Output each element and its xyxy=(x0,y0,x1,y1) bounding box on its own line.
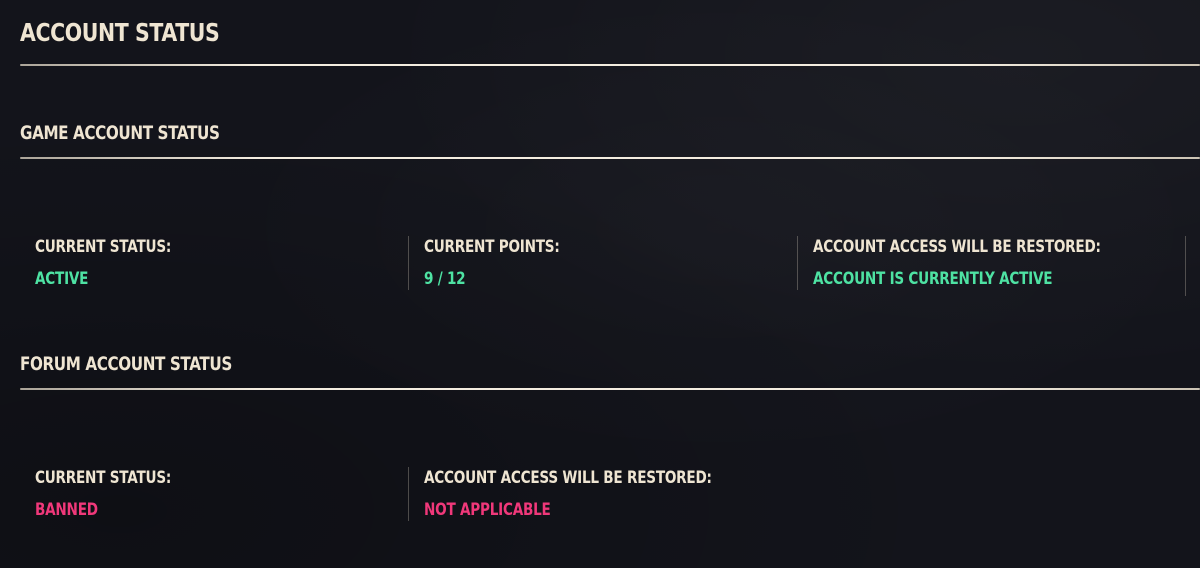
game-current-points: Current Points: 9 / 12 xyxy=(408,236,797,290)
game-current-status: Current Status: Active xyxy=(20,236,407,290)
restore-value: Not Applicable xyxy=(424,500,551,520)
game-section-title: Game Account Status xyxy=(20,122,220,144)
game-access-restored: Account Access Will Be Restored: Account… xyxy=(797,236,1185,290)
stat-label: Current Points: xyxy=(424,237,560,257)
game-section-divider xyxy=(20,157,1200,159)
page-title: Account Status xyxy=(20,18,220,47)
title-divider xyxy=(20,64,1200,66)
restore-value: Account is currently active xyxy=(813,269,1053,289)
forum-section-title: Forum Account Status xyxy=(20,353,232,375)
status-value: Banned xyxy=(35,500,98,520)
stat-label: Account Access Will Be Restored: xyxy=(813,237,1101,257)
forum-current-status: Current Status: Banned xyxy=(20,467,407,521)
forum-section-divider xyxy=(20,388,1200,390)
forum-access-restored: Account Access Will Be Restored: Not App… xyxy=(408,467,797,521)
status-value: Active xyxy=(35,269,89,289)
stat-label: Current Status: xyxy=(35,468,172,488)
column-divider xyxy=(1185,236,1186,296)
stat-label: Account Access Will Be Restored: xyxy=(424,468,712,488)
stat-label: Current Status: xyxy=(35,237,172,257)
points-value: 9 / 12 xyxy=(424,269,466,289)
